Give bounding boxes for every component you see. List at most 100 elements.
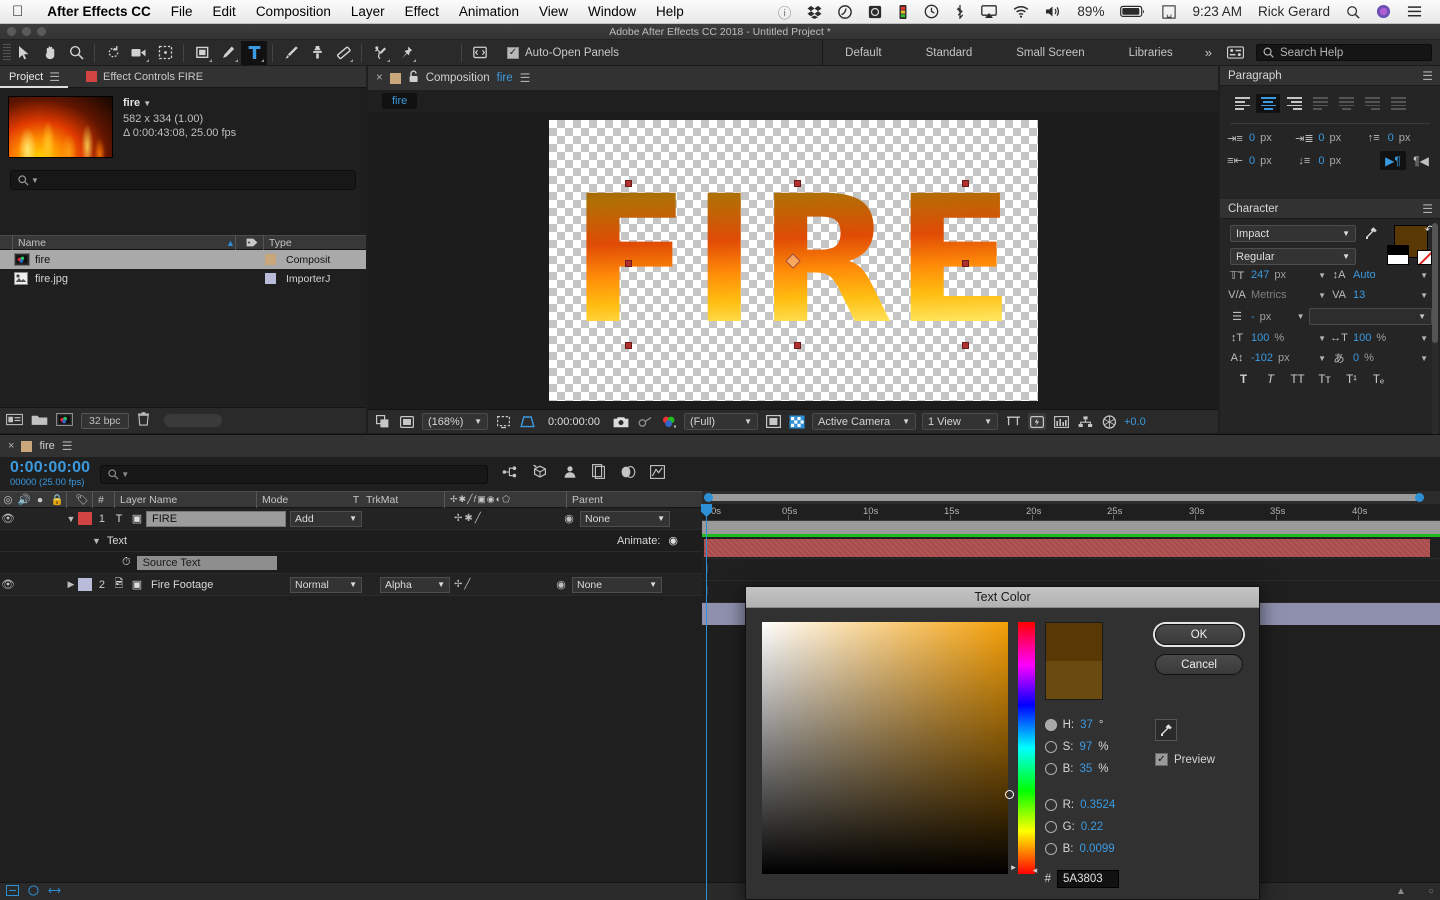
text-direction-rtl-icon[interactable]: ¶◀ <box>1408 151 1434 170</box>
panel-menu-icon[interactable]: ☰ <box>62 439 73 453</box>
duet-icon[interactable]: ⓘ <box>770 2 800 22</box>
eyedropper-icon[interactable] <box>1364 226 1378 246</box>
workspace-overflow-button[interactable]: » <box>1195 45 1222 60</box>
nvidia-icon[interactable] <box>860 5 890 19</box>
space-before-field[interactable]: ↑≡ 0 px <box>1365 131 1434 145</box>
layer-label-swatch[interactable] <box>78 512 92 525</box>
layer-name-column[interactable]: Layer Name <box>114 491 256 508</box>
snapshot-camera-icon[interactable] <box>612 413 630 430</box>
indent-right-field[interactable]: ≡⇤ 0 px <box>1226 151 1295 170</box>
justify-last-left-button[interactable] <box>1308 94 1332 113</box>
red-row[interactable]: R: 0.3524 <box>1044 794 1119 816</box>
cancel-button[interactable]: Cancel <box>1155 654 1243 675</box>
layer-switches-column[interactable]: ✢✱╱𝑓▣◉◐⬠ <box>444 491 566 508</box>
menu-app-name[interactable]: After Effects CC <box>37 4 161 19</box>
project-thumbnail[interactable] <box>8 96 113 158</box>
color-field-cursor[interactable] <box>1005 790 1014 799</box>
flowchart-icon[interactable] <box>1076 413 1094 430</box>
workspace-standard[interactable]: Standard <box>904 47 995 59</box>
vertical-scale-field[interactable]: ↕T 100 % ▼ <box>1228 331 1330 345</box>
red-radio[interactable] <box>1044 799 1057 811</box>
mode-column[interactable]: Mode <box>256 491 346 508</box>
expand-triangle[interactable]: ▶ <box>64 579 78 590</box>
selection-handle[interactable] <box>961 260 969 267</box>
workspace-menu-icon[interactable] <box>1222 41 1248 65</box>
rotation-tool[interactable] <box>100 41 126 65</box>
layer-visibility-toggle[interactable]: 👁 <box>0 578 16 591</box>
selection-handle[interactable] <box>793 342 801 349</box>
workspace-libraries[interactable]: Libraries <box>1107 47 1195 59</box>
blue-row[interactable]: B: 0.0099 <box>1044 838 1119 860</box>
color-field[interactable] <box>762 622 1014 874</box>
composition-viewer[interactable]: FIRE <box>368 112 1218 409</box>
timeline-search-input[interactable]: ▼ <box>100 464 489 484</box>
timeline-zoom-bar[interactable] <box>702 491 1440 504</box>
menu-animation[interactable]: Animation <box>449 4 529 19</box>
layer-name[interactable]: FIRE <box>146 510 286 527</box>
menu-effect[interactable]: Effect <box>395 4 449 19</box>
project-search-input[interactable]: ▼ <box>10 170 356 190</box>
timemachine-icon[interactable] <box>916 4 947 19</box>
selection-handle[interactable] <box>961 342 969 349</box>
keyboard-input-icon[interactable]: ␣ <box>1154 4 1184 19</box>
video-eye-icon[interactable]: ◎ <box>0 494 16 506</box>
selection-handle[interactable] <box>961 180 969 187</box>
leading-field[interactable]: ↕A Auto ▼ <box>1330 268 1432 282</box>
align-left-button[interactable] <box>1230 94 1254 113</box>
number-column[interactable]: # <box>92 491 114 508</box>
baseline-shift-field[interactable]: A↕ -102 px ▼ <box>1228 351 1330 365</box>
indent-first-line-field[interactable]: ⇥≣ 0 px <box>1295 131 1364 145</box>
blue-radio[interactable] <box>1044 843 1057 855</box>
expand-triangle[interactable]: ▼ <box>92 536 101 546</box>
menu-help[interactable]: Help <box>646 4 694 19</box>
bit-depth-button[interactable]: 32 bpc <box>81 412 129 429</box>
layer-bar-row[interactable] <box>702 537 1440 559</box>
meter-icon[interactable] <box>890 4 916 19</box>
expand-triangle[interactable]: ▼ <box>64 514 78 524</box>
panel-menu-icon[interactable]: ☰ <box>1422 69 1433 83</box>
eyedropper-icon[interactable] <box>1155 719 1177 741</box>
selection-handle[interactable] <box>624 180 632 187</box>
t-column[interactable]: T <box>346 494 366 506</box>
apple-icon[interactable]:  <box>12 4 23 19</box>
close-icon[interactable]: × <box>8 440 14 452</box>
tsume-field[interactable]: あ 0 % ▼ <box>1330 351 1432 365</box>
animate-menu-icon[interactable]: ◉ <box>668 534 678 547</box>
parent-column[interactable]: Parent <box>566 491 666 508</box>
color-preview-swatches[interactable] <box>1044 622 1103 700</box>
animate-label[interactable]: Animate: <box>617 535 660 547</box>
selection-handle[interactable] <box>624 342 632 349</box>
parent-pickwhip[interactable]: ◉ <box>550 578 572 591</box>
brightness-row[interactable]: B: 35 % <box>1044 758 1119 780</box>
zoom-tool[interactable] <box>63 41 89 65</box>
pixel-aspect-icon[interactable] <box>1004 413 1022 430</box>
hex-input[interactable]: 5A3803 <box>1057 870 1119 888</box>
layer-mode-select[interactable]: Add ▼ <box>290 510 362 527</box>
breadcrumb-item[interactable]: fire <box>382 93 418 109</box>
red-value[interactable]: 0.3524 <box>1080 799 1115 811</box>
justify-last-right-button[interactable] <box>1360 94 1384 113</box>
menu-layer[interactable]: Layer <box>341 4 395 19</box>
anchor-point-tool[interactable] <box>152 41 178 65</box>
parent-pickwhip[interactable]: ◉ <box>558 512 580 525</box>
hue-radio[interactable] <box>1044 719 1057 731</box>
align-right-button[interactable] <box>1282 94 1306 113</box>
playhead[interactable] <box>706 504 707 900</box>
open-panel-icon[interactable] <box>467 41 493 65</box>
hide-shy-layers-icon[interactable] <box>562 465 578 484</box>
graph-editor-icon[interactable] <box>650 464 666 484</box>
user-name[interactable]: Rick Gerard <box>1250 4 1338 19</box>
interpret-footage-icon[interactable] <box>6 413 23 429</box>
selection-tool[interactable] <box>11 41 37 65</box>
motion-blur-icon[interactable] <box>620 465 636 484</box>
layer-duration-bar[interactable] <box>704 539 1430 557</box>
timeline-scroll-right[interactable]: ○ <box>1428 886 1434 897</box>
menu-file[interactable]: File <box>161 4 203 19</box>
show-snapshot-icon[interactable] <box>636 413 654 430</box>
table-row[interactable]: 👁 ▼ 1 T ▣ FIRE Add ▼ ✢✱╱ ◉ None ▼ <box>0 508 702 530</box>
tab-project[interactable]: Project ☰ <box>0 66 68 88</box>
preview-toggle[interactable]: ✓ Preview <box>1155 753 1243 766</box>
frame-render-time-icon[interactable] <box>27 884 40 899</box>
panel-menu-icon[interactable]: ☰ <box>520 71 531 85</box>
kerning-field[interactable]: V/A Metrics ▼ <box>1228 288 1330 302</box>
